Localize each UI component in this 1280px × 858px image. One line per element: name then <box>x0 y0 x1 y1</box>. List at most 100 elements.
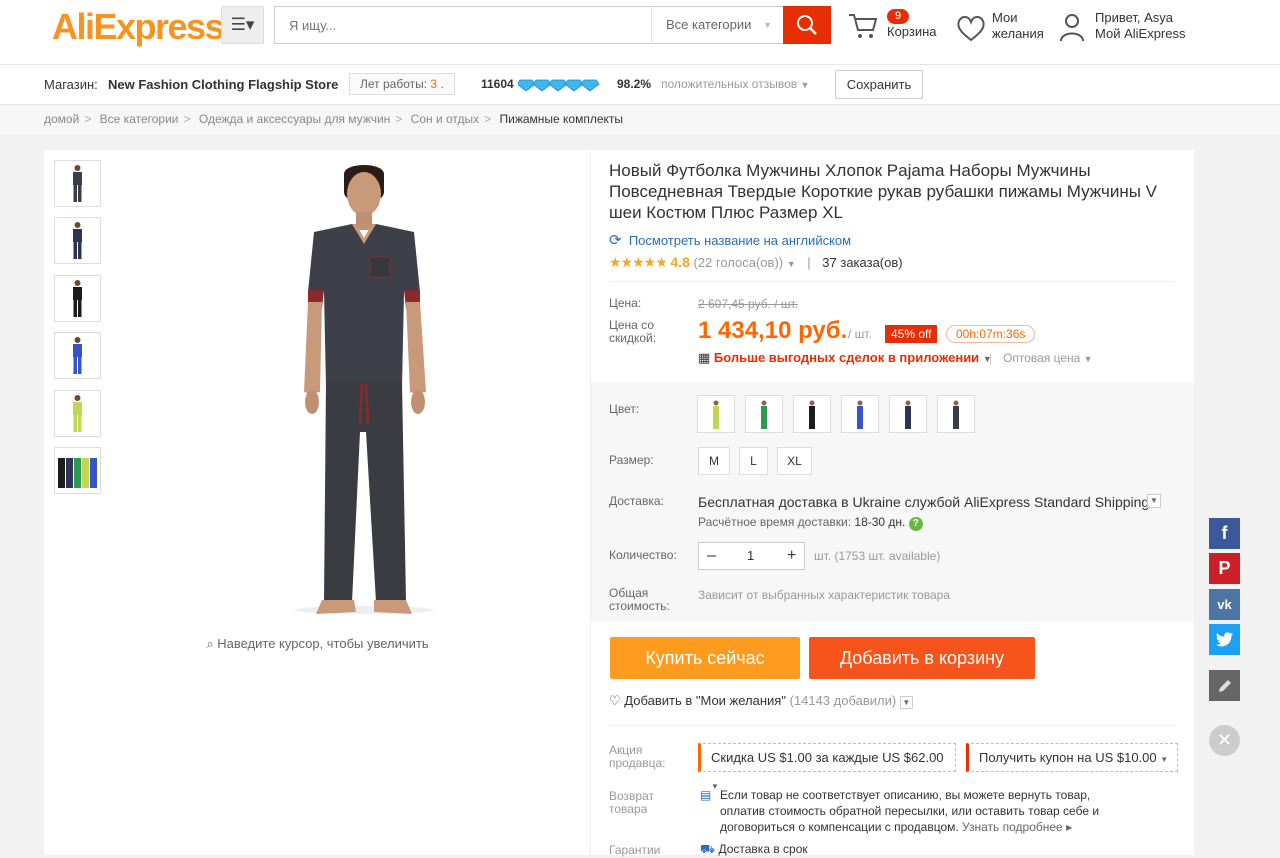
app-deals-link[interactable]: ▦ Больше выгодных сделок в приложении ▼ <box>698 350 992 366</box>
breadcrumb-item[interactable]: Сон и отдых <box>411 112 479 126</box>
discount-badge: 45% off <box>885 325 938 343</box>
zoom-icon: ⌕ <box>206 636 214 651</box>
feedback-label[interactable]: положительных отзывов ▼ <box>661 77 809 91</box>
shipping-info: Бесплатная доставка в Ukraine службой Al… <box>698 494 1150 510</box>
star-rating-icon: ★★★★★ <box>609 254 668 270</box>
save-store-button[interactable]: Сохранить <box>835 70 923 99</box>
user-icon <box>1060 14 1084 42</box>
shipping-dropdown-chevron-icon[interactable]: ▼ <box>1147 494 1161 508</box>
diamond-icons <box>516 76 600 95</box>
store-years-badge: Лет работы: 3 . <box>349 73 455 95</box>
color-swatch[interactable] <box>793 395 831 433</box>
price-unit: / шт. <box>848 327 872 341</box>
search-input[interactable] <box>275 7 651 43</box>
size-option-m[interactable]: M <box>698 447 730 475</box>
size-option-xl[interactable]: XL <box>777 447 812 475</box>
seller-coupon-discount[interactable]: Скидка US $1.00 за каждые US $62.00 ▼ <box>698 743 956 791</box>
chevron-down-icon: ▼ <box>800 80 810 90</box>
pinterest-share-icon[interactable]: P <box>1209 553 1240 584</box>
divider <box>609 281 1175 282</box>
returns-text: Если товар не соответствует описанию, вы… <box>720 788 1100 834</box>
gallery-thumbnail[interactable] <box>54 332 101 379</box>
top-header: AliExpress™ ☰▾ Все категории▼ 9 Корзина … <box>0 0 1280 65</box>
product-info: Новый Футболка Мужчины Хлопок Pajama Наб… <box>591 150 1194 857</box>
cart-link[interactable]: 9 Корзина <box>848 8 948 48</box>
promo-label: Акция продавца: <box>609 743 666 770</box>
search-icon <box>797 15 817 35</box>
color-swatch[interactable] <box>889 395 927 433</box>
search-category-select[interactable]: Все категории ▼ <box>651 7 784 43</box>
twitter-share-icon[interactable] <box>1209 624 1240 655</box>
get-coupon-button[interactable]: Получить купон на US $10.00 ▼ <box>966 743 1178 772</box>
rating-row: ★★★★★ 4.8 (22 голоса(ов)) ▼ | 37 заказа(… <box>609 254 903 270</box>
decrease-quantity-button[interactable]: – <box>707 543 716 569</box>
size-label: Размер: <box>609 453 654 467</box>
wholesale-price-link[interactable]: Оптовая цена ▼ <box>1003 351 1093 365</box>
search-bar: Все категории▼ <box>274 6 831 44</box>
old-price: 2 607,45 руб. / шт. <box>698 297 799 311</box>
color-swatch[interactable] <box>745 395 783 433</box>
product-gallery: ⌕ Наведите курсор, чтобы увеличить <box>44 150 591 855</box>
color-swatch[interactable] <box>937 395 975 433</box>
store-bar: Магазин: New Fashion Clothing Flagship S… <box>0 65 1280 105</box>
add-to-cart-button[interactable]: Добавить в корзину <box>809 637 1035 679</box>
categories-menu-button[interactable]: ☰▾ <box>221 6 264 44</box>
translate-icon: ⟳ <box>609 232 622 249</box>
breadcrumb-item[interactable]: Одежда и аксессуары для мужчин <box>199 112 390 126</box>
qr-code-icon: ▦ <box>698 350 711 365</box>
rating-value: 4.8 <box>670 254 690 270</box>
chevron-down-icon: ▼ <box>1083 354 1093 364</box>
breadcrumb-item[interactable]: Все категории <box>100 112 179 126</box>
chevron-down-icon: ▼ <box>763 20 772 30</box>
gallery-thumbnail[interactable] <box>54 217 101 264</box>
translate-title-link[interactable]: ⟳ Посмотреть название на английском <box>609 231 851 249</box>
product-main-image[interactable] <box>234 162 494 617</box>
breadcrumb: домой > Все категории > Одежда и аксессуар… <box>0 105 1280 134</box>
votes-link[interactable]: (22 голоса(ов)) ▼ <box>693 255 795 270</box>
buy-now-button[interactable]: Купить сейчас <box>610 637 800 679</box>
help-icon[interactable]: ? <box>908 517 923 531</box>
product-title: Новый Футболка Мужчины Хлопок Pajama Наб… <box>609 161 1158 222</box>
wishlist-label-1: Мои <box>992 10 1018 25</box>
price-label: Цена: <box>609 296 642 310</box>
quantity-input[interactable]: 1 <box>747 543 754 569</box>
close-icon[interactable]: ✕ <box>1209 725 1240 756</box>
edit-pencil-icon[interactable] <box>1209 670 1240 701</box>
total-label: Общая стоимость: <box>609 586 670 613</box>
color-swatch[interactable] <box>841 395 879 433</box>
aliexpress-logo[interactable]: AliExpress™ <box>52 9 231 45</box>
color-swatch[interactable] <box>697 395 735 433</box>
zoom-hint: ⌕ Наведите курсор, чтобы увеличить <box>206 636 429 651</box>
wishlist-label-2: желания <box>992 26 1044 41</box>
quantity-label: Количество: <box>609 548 677 562</box>
add-to-wishlist-link[interactable]: ♡ Добавить в "Мои желания" (14143 добави… <box>609 693 913 709</box>
gallery-thumbnail[interactable] <box>54 275 101 322</box>
greeting-text: Привет, Asya <box>1095 10 1174 25</box>
cart-icon <box>849 14 878 38</box>
size-option-l[interactable]: L <box>739 447 768 475</box>
learn-more-link[interactable]: Узнать подробнее ▸ <box>962 820 1072 834</box>
wishlist-link[interactable]: Мои желания <box>956 10 1051 46</box>
gallery-thumbnail[interactable] <box>54 390 101 437</box>
gallery-thumbnail[interactable] <box>54 447 101 494</box>
chevron-down-icon: ▼ <box>711 782 719 791</box>
my-account-text: Мой AliExpress <box>1095 26 1186 41</box>
facebook-share-icon[interactable]: f <box>1209 518 1240 549</box>
vk-share-icon[interactable]: vk <box>1209 589 1240 620</box>
guarantee-label: Гарантии <box>609 843 661 857</box>
available-stock: шт. (1753 шт. available) <box>814 549 941 563</box>
divider <box>609 725 1175 726</box>
color-label: Цвет: <box>609 402 640 416</box>
delivery-time: Расчётное время доставки: 18-30 дн. ? <box>698 515 923 531</box>
shipping-label: Доставка: <box>609 494 664 508</box>
search-button[interactable] <box>783 6 831 44</box>
cart-label: Корзина <box>887 24 937 39</box>
discount-price-label: Цена со скидкой: <box>609 318 657 345</box>
account-link[interactable]: Привет, Asya Мой AliExpress <box>1059 10 1199 46</box>
breadcrumb-item[interactable]: домой <box>44 112 79 126</box>
cart-count-badge: 9 <box>887 9 910 24</box>
total-value: Зависит от выбранных характеристик товар… <box>698 588 950 602</box>
increase-quantity-button[interactable]: + <box>787 543 796 569</box>
gallery-thumbnail[interactable] <box>54 160 101 207</box>
store-name[interactable]: New Fashion Clothing Flagship Store <box>108 77 338 92</box>
